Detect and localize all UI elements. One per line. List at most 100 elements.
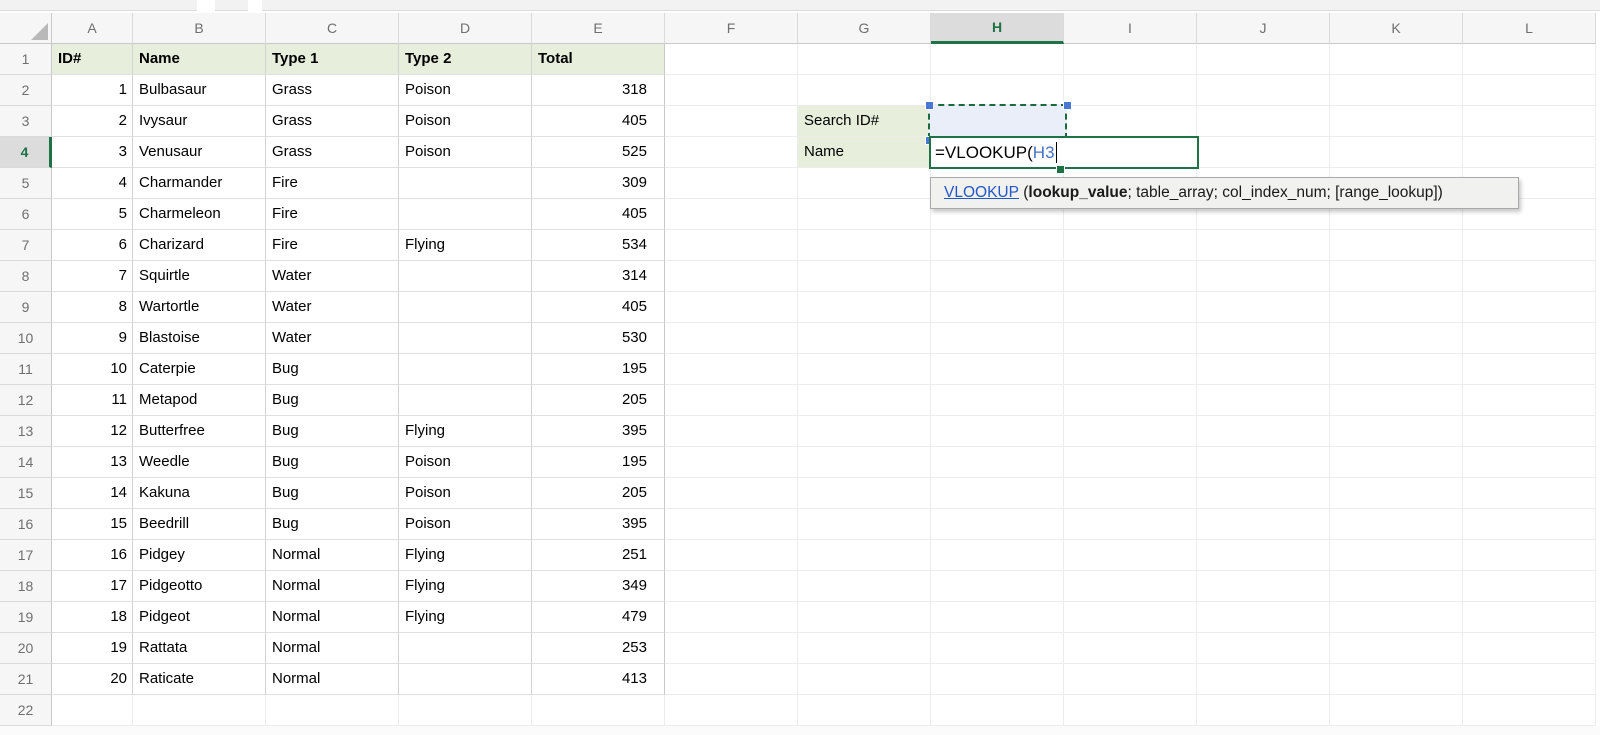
cell-G6[interactable] [798, 199, 931, 230]
cell-L21[interactable] [1463, 664, 1596, 695]
cell-I13[interactable] [1064, 416, 1197, 447]
cell-G9[interactable] [798, 292, 931, 323]
cell-A14[interactable]: 13 [52, 447, 133, 478]
cell-F15[interactable] [665, 478, 798, 509]
cell-D17[interactable]: Flying [399, 540, 532, 571]
cell-I9[interactable] [1064, 292, 1197, 323]
row-header-18[interactable]: 18 [0, 571, 52, 602]
cell-G16[interactable] [798, 509, 931, 540]
cell-I2[interactable] [1064, 75, 1197, 106]
cell-D8[interactable] [399, 261, 532, 292]
cell-B18[interactable]: Pidgeotto [133, 571, 266, 602]
cell-F5[interactable] [665, 168, 798, 199]
cell-F18[interactable] [665, 571, 798, 602]
cell-B11[interactable]: Caterpie [133, 354, 266, 385]
cell-E3[interactable]: 405 [532, 106, 665, 137]
cell-K16[interactable] [1330, 509, 1463, 540]
cell-J1[interactable] [1197, 44, 1330, 75]
cell-E17[interactable]: 251 [532, 540, 665, 571]
column-header-D[interactable]: D [399, 13, 532, 44]
cell-I17[interactable] [1064, 540, 1197, 571]
cell-C21[interactable]: Normal [266, 664, 399, 695]
referenced-cell-highlight-H3[interactable] [928, 104, 1067, 139]
cell-F3[interactable] [665, 106, 798, 137]
cell-K18[interactable] [1330, 571, 1463, 602]
cell-B2[interactable]: Bulbasaur [133, 75, 266, 106]
cell-A17[interactable]: 16 [52, 540, 133, 571]
cell-L22[interactable] [1463, 695, 1596, 726]
column-header-J[interactable]: J [1197, 13, 1330, 44]
cell-L11[interactable] [1463, 354, 1596, 385]
cell-D21[interactable] [399, 664, 532, 695]
cell-F11[interactable] [665, 354, 798, 385]
cell-E4[interactable]: 525 [532, 137, 665, 168]
cell-G10[interactable] [798, 323, 931, 354]
cell-H14[interactable] [931, 447, 1064, 478]
cell-F19[interactable] [665, 602, 798, 633]
cell-G4[interactable]: Name [798, 137, 931, 168]
row-header-4[interactable]: 4 [0, 137, 52, 168]
row-header-11[interactable]: 11 [0, 354, 52, 385]
cell-J20[interactable] [1197, 633, 1330, 664]
cell-B5[interactable]: Charmander [133, 168, 266, 199]
cell-I20[interactable] [1064, 633, 1197, 664]
cell-J17[interactable] [1197, 540, 1330, 571]
cell-L7[interactable] [1463, 230, 1596, 261]
cell-A4[interactable]: 3 [52, 137, 133, 168]
cell-K20[interactable] [1330, 633, 1463, 664]
cell-I18[interactable] [1064, 571, 1197, 602]
cell-C15[interactable]: Bug [266, 478, 399, 509]
column-header-A[interactable]: A [52, 13, 133, 44]
cell-I3[interactable] [1064, 106, 1197, 137]
cell-D13[interactable]: Flying [399, 416, 532, 447]
cell-G1[interactable] [798, 44, 931, 75]
row-header-10[interactable]: 10 [0, 323, 52, 354]
cell-E13[interactable]: 395 [532, 416, 665, 447]
cell-F13[interactable] [665, 416, 798, 447]
cell-E18[interactable]: 349 [532, 571, 665, 602]
cell-L19[interactable] [1463, 602, 1596, 633]
cell-D1[interactable]: Type 2 [399, 44, 532, 75]
cell-L14[interactable] [1463, 447, 1596, 478]
cell-K4[interactable] [1330, 137, 1463, 168]
cell-I16[interactable] [1064, 509, 1197, 540]
cell-E9[interactable]: 405 [532, 292, 665, 323]
column-header-F[interactable]: F [665, 13, 798, 44]
cell-D16[interactable]: Poison [399, 509, 532, 540]
cell-I7[interactable] [1064, 230, 1197, 261]
cell-C5[interactable]: Fire [266, 168, 399, 199]
cell-H8[interactable] [931, 261, 1064, 292]
cell-F17[interactable] [665, 540, 798, 571]
row-header-21[interactable]: 21 [0, 664, 52, 695]
cell-I1[interactable] [1064, 44, 1197, 75]
cell-K9[interactable] [1330, 292, 1463, 323]
cell-C13[interactable]: Bug [266, 416, 399, 447]
cell-E22[interactable] [532, 695, 665, 726]
cell-J11[interactable] [1197, 354, 1330, 385]
cell-C11[interactable]: Bug [266, 354, 399, 385]
cell-B17[interactable]: Pidgey [133, 540, 266, 571]
cell-K15[interactable] [1330, 478, 1463, 509]
cell-C8[interactable]: Water [266, 261, 399, 292]
row-header-16[interactable]: 16 [0, 509, 52, 540]
cell-E21[interactable]: 413 [532, 664, 665, 695]
cell-A9[interactable]: 8 [52, 292, 133, 323]
column-header-B[interactable]: B [133, 13, 266, 44]
cell-E1[interactable]: Total [532, 44, 665, 75]
cell-G3[interactable]: Search ID# [798, 106, 931, 137]
cell-E6[interactable]: 405 [532, 199, 665, 230]
cell-A6[interactable]: 5 [52, 199, 133, 230]
cell-L10[interactable] [1463, 323, 1596, 354]
cell-G2[interactable] [798, 75, 931, 106]
cell-I22[interactable] [1064, 695, 1197, 726]
cell-A3[interactable]: 2 [52, 106, 133, 137]
cell-K13[interactable] [1330, 416, 1463, 447]
cell-E5[interactable]: 309 [532, 168, 665, 199]
cell-G22[interactable] [798, 695, 931, 726]
cell-J8[interactable] [1197, 261, 1330, 292]
cell-E19[interactable]: 479 [532, 602, 665, 633]
cell-D20[interactable] [399, 633, 532, 664]
cell-D3[interactable]: Poison [399, 106, 532, 137]
cell-A19[interactable]: 18 [52, 602, 133, 633]
cell-L13[interactable] [1463, 416, 1596, 447]
